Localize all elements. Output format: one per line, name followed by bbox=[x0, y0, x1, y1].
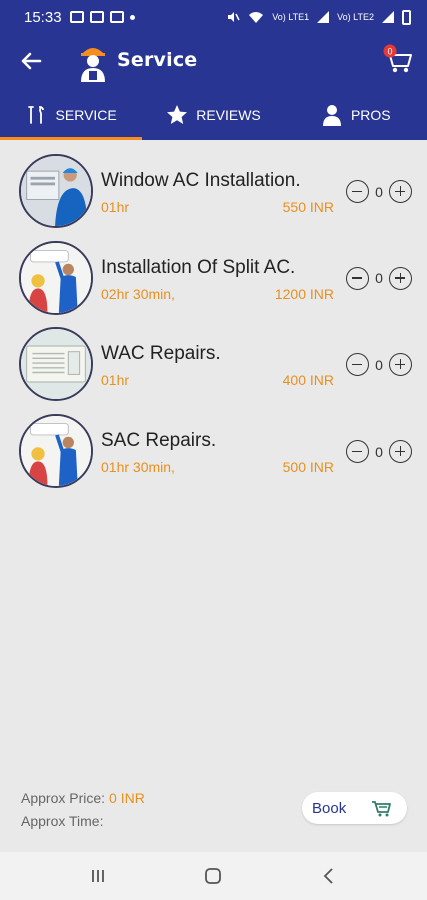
service-price: 500 INR bbox=[282, 459, 334, 476]
tab-pros[interactable]: PROS bbox=[285, 90, 427, 140]
tab-service-label: SERVICE bbox=[55, 107, 117, 123]
service-image-sac-repairs bbox=[19, 414, 93, 489]
tab-reviews-label: REVIEWS bbox=[196, 107, 261, 123]
service-price: 550 INR bbox=[282, 199, 334, 215]
service-duration: 01hr bbox=[101, 372, 130, 389]
image-notification-icon bbox=[69, 11, 84, 23]
approx-time-label: Approx Time: bbox=[21, 813, 104, 829]
service-row[interactable]: WAC Repairs. 01hr 400 INR 0 bbox=[0, 323, 427, 410]
technician-logo-icon bbox=[81, 48, 105, 82]
star-icon bbox=[167, 105, 188, 124]
service-image-wac-repairs bbox=[19, 327, 93, 402]
decrement-button[interactable] bbox=[346, 180, 369, 203]
signal-2-icon bbox=[382, 11, 394, 23]
mute-icon bbox=[228, 12, 240, 22]
decrement-button[interactable] bbox=[346, 266, 369, 290]
service-duration: 01hr 30min, bbox=[101, 459, 175, 476]
system-icons: Vo) LTE1 Vo) LTE2 bbox=[226, 9, 411, 25]
service-image-split-ac-installation bbox=[19, 240, 93, 315]
app-bar: Service 0 bbox=[0, 34, 427, 90]
quantity-value: 0 bbox=[375, 270, 383, 287]
cart-icon[interactable]: 0 bbox=[381, 44, 413, 76]
back-arrow-icon[interactable] bbox=[18, 48, 44, 74]
more-notifications-dot bbox=[129, 14, 135, 20]
quantity-stepper: 0 bbox=[346, 266, 412, 290]
book-button[interactable]: Book bbox=[302, 792, 407, 824]
service-image-window-ac-installation bbox=[19, 154, 93, 228]
person-icon bbox=[322, 105, 341, 126]
system-back-icon[interactable] bbox=[318, 865, 340, 887]
quantity-value: 0 bbox=[375, 443, 383, 460]
approx-price-value: 0 INR bbox=[109, 790, 145, 806]
quantity-stepper: 0 bbox=[346, 180, 412, 203]
home-icon[interactable] bbox=[202, 865, 224, 887]
increment-button[interactable] bbox=[389, 440, 412, 464]
mail-notification-icon bbox=[109, 11, 124, 23]
status-bar: 15:33 Vo) LTE1 Vo) LTE2 bbox=[0, 0, 427, 34]
quantity-value: 0 bbox=[375, 183, 383, 200]
service-name: SAC Repairs. bbox=[101, 430, 217, 452]
lte1-label: Vo) LTE1 bbox=[272, 12, 310, 22]
tab-reviews[interactable]: REVIEWS bbox=[142, 90, 284, 140]
page-title: Service bbox=[117, 49, 198, 71]
service-row[interactable]: SAC Repairs. 01hr 30min, 500 INR 0 bbox=[0, 410, 427, 497]
service-row[interactable]: Installation Of Split AC. 02hr 30min, 12… bbox=[0, 237, 427, 324]
service-name: WAC Repairs. bbox=[101, 343, 221, 365]
increment-button[interactable] bbox=[389, 266, 412, 290]
battery-icon bbox=[402, 9, 411, 25]
status-time: 15:33 bbox=[24, 8, 62, 26]
book-button-label: Book bbox=[312, 799, 347, 817]
quantity-stepper: 0 bbox=[346, 353, 412, 377]
quantity-stepper: 0 bbox=[346, 440, 412, 464]
service-duration: 02hr 30min, bbox=[101, 285, 175, 302]
tools-icon bbox=[27, 106, 44, 124]
cart-icon bbox=[372, 801, 391, 817]
notification-icons bbox=[69, 11, 135, 23]
service-name: Installation Of Split AC. bbox=[101, 256, 296, 278]
service-list: Window AC Installation. 01hr 550 INR 0 I… bbox=[0, 150, 427, 497]
lte2-label: Vo) LTE2 bbox=[337, 12, 374, 22]
wifi-icon bbox=[249, 12, 264, 23]
increment-button[interactable] bbox=[389, 180, 412, 203]
photo-notification-icon bbox=[89, 11, 104, 23]
approx-price-label: Approx Price: bbox=[21, 790, 106, 806]
signal-1-icon bbox=[317, 11, 330, 23]
approx-time-line: Approx Time: bbox=[21, 813, 107, 829]
tab-service[interactable]: SERVICE bbox=[0, 90, 143, 140]
decrement-button[interactable] bbox=[346, 353, 369, 377]
approx-price-line: Approx Price: 0 INR bbox=[21, 790, 145, 806]
booking-summary: Approx Price: 0 INR Approx Time: Book bbox=[0, 780, 427, 850]
service-duration: 01hr bbox=[101, 199, 130, 215]
system-nav-bar bbox=[0, 852, 427, 900]
tab-bar: SERVICE REVIEWS PROS bbox=[0, 90, 427, 140]
service-row[interactable]: Window AC Installation. 01hr 550 INR 0 bbox=[0, 150, 427, 237]
service-price: 1200 INR bbox=[274, 285, 334, 302]
decrement-button[interactable] bbox=[346, 440, 369, 464]
service-price: 400 INR bbox=[282, 372, 334, 389]
cart-count-badge: 0 bbox=[387, 47, 392, 57]
recent-apps-icon[interactable] bbox=[87, 865, 109, 887]
tab-pros-label: PROS bbox=[350, 107, 391, 123]
quantity-value: 0 bbox=[375, 356, 383, 373]
increment-button[interactable] bbox=[389, 353, 412, 377]
service-name: Window AC Installation. bbox=[101, 170, 301, 191]
